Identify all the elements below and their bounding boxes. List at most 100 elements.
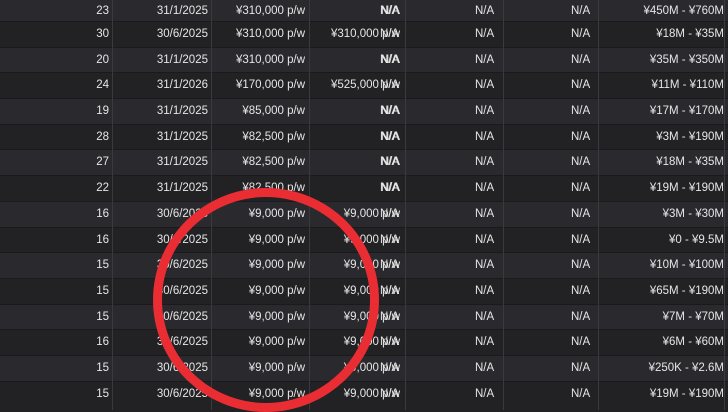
na-cell: N/A [475, 79, 495, 92]
na-cell: N/A [475, 387, 495, 400]
age-cell: 15 [96, 284, 109, 297]
column-divider [112, 0, 113, 410]
age-cell: 15 [96, 310, 109, 323]
age-cell: 19 [96, 105, 109, 118]
na-cell: N/A [571, 156, 591, 169]
age-cell: 15 [96, 361, 109, 374]
table-row[interactable]: 15 30/6/2025 ¥9,000 p/w ¥9,000 p/w N/A N/A N/A… [0, 355, 728, 382]
table-row[interactable]: 16 30/6/2025 ¥9,000 p/w ¥9,000 p/w N/A N/A N/A… [0, 227, 728, 254]
age-cell: 15 [96, 387, 109, 400]
column-divider [309, 0, 310, 410]
contract-expiry-cell: 31/1/2026 [156, 79, 208, 92]
na-cell: N/A [571, 79, 591, 92]
table-row[interactable]: 16 30/6/2025 ¥9,000 p/w ¥9,000 p/w N/A N/A N/A… [0, 201, 728, 228]
na-cell: N/A [571, 105, 591, 118]
column-divider [405, 0, 406, 410]
value-range-cell: ¥11M - ¥110M [651, 79, 724, 92]
value-range-cell: ¥35M - ¥350M [649, 53, 724, 66]
wage-cell: ¥85,000 p/w [242, 105, 305, 118]
na-cell: N/A [571, 336, 591, 349]
table-row[interactable]: 15 30/6/2025 ¥9,000 p/w ¥9,000 p/w N/A N/A N/A… [0, 253, 728, 279]
na-cell: N/A [475, 336, 495, 349]
table-row[interactable]: 24 31/1/2026 ¥170,000 p/w ¥525,000 p/w N/A N/… [0, 73, 728, 100]
table-row[interactable]: 16 30/6/2025 ¥9,000 p/w ¥9,000 p/w N/A N/A N/A… [0, 330, 728, 356]
na-cell: N/A [571, 233, 591, 246]
table-row[interactable]: 20 31/1/2025 ¥310,000 p/w N/A N/A N/A N/A ¥35M … [0, 47, 728, 74]
value-range-cell: ¥19M - ¥190M [649, 387, 724, 400]
age-cell: 16 [96, 207, 109, 220]
value-range-cell: ¥250K - ¥2.6M [648, 361, 724, 374]
column-divider [503, 0, 504, 410]
value-range-cell: ¥18M - ¥35M [656, 156, 724, 169]
value-range-cell: ¥3M - ¥30M [662, 207, 724, 220]
table-row[interactable]: 30 30/6/2025 ¥310,000 p/w ¥310,000 p/w N/A N/… [0, 22, 728, 48]
column-divider [724, 0, 725, 410]
wage-cell: ¥9,000 p/w [248, 361, 305, 374]
na-cell: N/A [475, 310, 495, 323]
table-row[interactable]: 27 31/1/2025 ¥82,500 p/w N/A N/A N/A N/A ¥18M -… [0, 150, 728, 177]
na-cell: N/A [475, 53, 495, 66]
na-cell: N/A [475, 5, 495, 17]
wage-cell: ¥310,000 p/w [235, 53, 305, 66]
table-row[interactable]: 28 31/1/2025 ¥82,500 p/w N/A N/A N/A N/A ¥3M - … [0, 124, 728, 151]
value-range-cell: ¥10M - ¥100M [649, 259, 724, 272]
contract-expiry-cell: 31/1/2025 [156, 182, 208, 195]
contract-expiry-cell: 30/6/2025 [156, 387, 208, 400]
wage-cell: ¥310,000 p/w [235, 5, 305, 17]
na-cell: N/A [475, 182, 495, 195]
column-divider [211, 0, 212, 410]
wage-cell: ¥9,000 p/w [248, 259, 305, 272]
age-cell: 24 [96, 79, 109, 92]
na-cell: N/A [571, 53, 591, 66]
age-cell: 16 [96, 233, 109, 246]
na-cell: N/A [571, 182, 591, 195]
table-row[interactable]: 23 31/1/2025 ¥310,000 p/w N/A N/A N/A N/A ¥450M… [0, 0, 728, 22]
wage-cell: ¥170,000 p/w [235, 79, 305, 92]
na-cell: N/A [571, 28, 591, 40]
table-row[interactable]: 15 30/6/2025 ¥9,000 p/w ¥9,000 p/w N/A N/A N/A… [0, 381, 728, 408]
contract-expiry-cell: 30/6/2025 [156, 336, 208, 349]
na-cell: N/A [571, 5, 591, 17]
contract-expiry-cell: 31/1/2025 [156, 53, 208, 66]
na-cell: N/A [475, 361, 495, 374]
squad-contracts-table: 23 31/1/2025 ¥310,000 p/w N/A N/A N/A N/A ¥450M… [0, 0, 728, 408]
wage-cell: ¥9,000 p/w [248, 284, 305, 297]
na-cell: N/A [571, 130, 591, 143]
value-range-cell: ¥18M - ¥35M [656, 28, 724, 40]
age-cell: 22 [96, 182, 109, 195]
na-cell: N/A [571, 284, 591, 297]
column-divider [598, 0, 599, 410]
wage-cell: ¥82,500 p/w [242, 130, 305, 143]
value-range-cell: ¥0 - ¥9.5M [669, 233, 724, 246]
age-cell: 16 [96, 336, 109, 349]
contract-expiry-cell: 30/6/2025 [156, 259, 208, 272]
value-range-cell: ¥6M - ¥60M [662, 336, 724, 349]
na-cell: N/A [475, 130, 495, 143]
age-cell: 28 [96, 130, 109, 143]
wage-cell: ¥9,000 p/w [248, 387, 305, 400]
na-cell: N/A [571, 387, 591, 400]
na-cell: N/A [475, 28, 495, 40]
value-range-cell: ¥7M - ¥70M [662, 310, 724, 323]
na-cell: N/A [475, 284, 495, 297]
contract-expiry-cell: 31/1/2025 [156, 5, 208, 17]
wage-cell: ¥9,000 p/w [248, 233, 305, 246]
table-row[interactable]: 22 31/1/2025 ¥82,500 p/w N/A N/A N/A N/A ¥19M -… [0, 176, 728, 202]
table-row[interactable]: 19 31/1/2025 ¥85,000 p/w N/A N/A N/A N/A ¥17M -… [0, 99, 728, 125]
age-cell: 23 [96, 5, 109, 17]
contract-expiry-cell: 31/1/2025 [156, 130, 208, 143]
wage-cell: ¥9,000 p/w [248, 336, 305, 349]
table-row[interactable]: 15 30/6/2025 ¥9,000 p/w ¥9,000 p/w N/A N/A N/A… [0, 304, 728, 331]
contract-expiry-cell: 30/6/2025 [156, 310, 208, 323]
contract-expiry-cell: 30/6/2025 [156, 361, 208, 374]
contract-expiry-cell: 30/6/2025 [156, 207, 208, 220]
na-cell: N/A [475, 105, 495, 118]
value-range-cell: ¥17M - ¥170M [649, 105, 724, 118]
na-cell: N/A [571, 310, 591, 323]
value-range-cell: ¥450M - ¥760M [643, 5, 724, 17]
na-cell: N/A [571, 361, 591, 374]
na-cell: N/A [475, 156, 495, 169]
age-cell: 15 [96, 259, 109, 272]
value-range-cell: ¥3M - ¥190M [656, 130, 724, 143]
table-row[interactable]: 15 30/6/2025 ¥9,000 p/w ¥9,000 p/w N/A N/A N/A… [0, 278, 728, 305]
